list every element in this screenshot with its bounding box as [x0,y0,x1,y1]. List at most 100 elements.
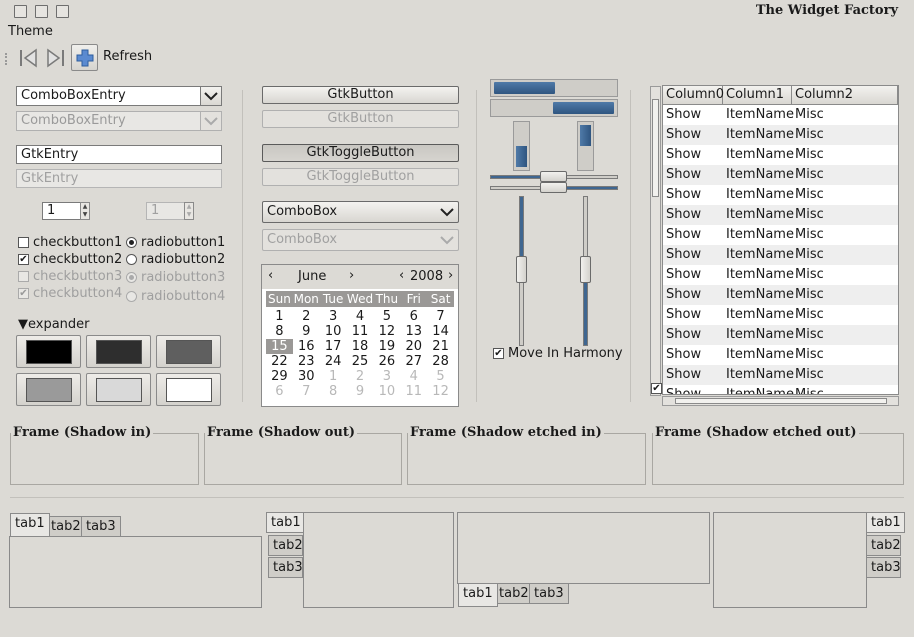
calendar-day[interactable]: 1 [320,369,347,384]
calendar-day[interactable]: 19 [373,339,400,354]
calendar-day[interactable]: 12 [373,324,400,339]
calendar-day[interactable]: 11 [400,384,427,399]
hscale-2-handle[interactable] [540,182,567,193]
tab-1[interactable]: tab1 [10,513,50,537]
combo-box-text[interactable]: ComboBox [267,204,337,219]
calendar-day[interactable]: 9 [347,384,374,399]
window-button-3[interactable] [56,5,69,18]
tab-1[interactable]: tab1 [458,583,498,607]
chevron-down-icon[interactable] [200,86,222,106]
calendar-day[interactable]: 30 [293,369,320,384]
calendar-day[interactable]: 24 [320,354,347,369]
corner-checkbox-icon[interactable]: ✔ [651,383,662,394]
tab-3[interactable]: tab3 [268,557,303,578]
tab-3[interactable]: tab3 [866,557,901,578]
calendar-day[interactable]: 8 [266,324,293,339]
combo-box-entry[interactable]: ComboBoxEntry [16,86,222,106]
table-row[interactable]: Show ItemName Misc [663,245,898,265]
calendar-grid[interactable]: 1 2 3 4 5 6 7 8 9 10 11 12 13 14 15 16 17 18 19 20 21 22 23 24 2… [266,309,454,399]
calendar-day[interactable]: 25 [347,354,374,369]
color-swatch-button[interactable] [16,373,81,406]
spin-arrows-icon[interactable]: ▲ ▼ [80,202,90,220]
table-row[interactable]: Show ItemName Misc [663,285,898,305]
color-swatch-button[interactable] [86,335,151,368]
calendar-day[interactable]: 6 [400,309,427,324]
gtk-button[interactable]: GtkButton [262,86,459,104]
calendar-day[interactable]: 22 [266,354,293,369]
radiobutton1[interactable]: radiobutton1 [126,235,225,250]
checkbutton1[interactable]: checkbutton1 [18,235,122,250]
vscale-1-handle[interactable] [516,256,527,283]
radiobutton2[interactable]: radiobutton2 [126,252,225,267]
table-row[interactable]: Show ItemName Misc [663,265,898,285]
calendar-day[interactable]: 4 [347,309,374,324]
tab-3[interactable]: tab3 [81,516,121,537]
vscale-2-handle[interactable] [580,256,591,283]
tab-2[interactable]: tab2 [866,535,901,556]
calendar-day[interactable]: 15 [266,339,293,354]
calendar-day[interactable]: 13 [400,324,427,339]
table-row[interactable]: Show ItemName Misc [663,165,898,185]
color-swatch-button[interactable] [156,335,221,368]
calendar-day[interactable]: 3 [320,309,347,324]
gtk-toggle-button[interactable]: GtkToggleButton [262,144,459,162]
checkbox-icon[interactable] [18,237,29,248]
gtk-entry[interactable]: GtkEntry [16,145,222,164]
calendar-day[interactable]: 14 [427,324,454,339]
calendar-day[interactable]: 7 [293,384,320,399]
horizontal-scrollbar[interactable] [662,396,899,406]
tab-1[interactable]: tab1 [266,512,304,533]
calendar-day[interactable]: 10 [320,324,347,339]
prev-month-icon[interactable]: ‹ [268,268,273,283]
toolbar-grip[interactable] [5,53,10,65]
column-header[interactable]: Column1 [723,86,792,104]
color-swatch-button[interactable] [86,373,151,406]
window-button-1[interactable] [14,5,27,18]
tab-1[interactable]: tab1 [866,512,905,533]
calendar-day[interactable]: 16 [293,339,320,354]
combo-box[interactable]: ComboBox [262,201,459,223]
tab-2[interactable]: tab2 [46,516,86,537]
calendar-day[interactable]: 6 [266,384,293,399]
menu-theme[interactable]: Theme [8,24,53,39]
next-year-icon[interactable]: › [448,268,453,283]
calendar-day[interactable]: 18 [347,339,374,354]
color-swatch-button[interactable] [156,373,221,406]
goto-last-icon[interactable] [43,46,67,70]
spin-button[interactable]: 1 ▲ ▼ [42,202,90,220]
table-row[interactable]: Show ItemName Misc [663,325,898,345]
calendar-day[interactable]: 1 [266,309,293,324]
expander[interactable]: ▼expander [18,317,90,332]
tree-view[interactable]: Column0 Column1 Column2 Show ItemName Misc… [662,85,899,395]
table-row[interactable]: Show ItemName Misc [663,345,898,365]
calendar-day[interactable]: 4 [400,369,427,384]
calendar-day[interactable]: 26 [373,354,400,369]
table-row[interactable]: Show ItemName Misc [663,205,898,225]
calendar-day[interactable]: 20 [400,339,427,354]
add-icon[interactable] [71,44,98,71]
tab-3[interactable]: tab3 [529,583,569,604]
calendar-day[interactable]: 5 [373,309,400,324]
vertical-scrollbar[interactable] [650,86,661,396]
combo-box-entry-text[interactable]: ComboBoxEntry [21,88,126,103]
column-header[interactable]: Column2 [792,86,898,104]
calendar-day[interactable]: 10 [373,384,400,399]
calendar-day[interactable]: 2 [293,309,320,324]
chevron-down-icon[interactable] [440,207,454,217]
table-row[interactable]: Show ItemName Misc [663,225,898,245]
tree-body[interactable]: Show ItemName Misc Show ItemName Misc Show Item… [663,105,898,394]
table-row[interactable]: Show ItemName Misc [663,125,898,145]
tab-2[interactable]: tab2 [494,583,534,604]
calendar-day[interactable]: 23 [293,354,320,369]
expander-arrow-icon[interactable]: ▼ [18,317,28,332]
table-row[interactable]: Show ItemName Misc [663,305,898,325]
checkbox-checked-icon[interactable]: ✔ [18,254,29,265]
table-row[interactable]: Show ItemName Misc [663,385,898,394]
goto-first-icon[interactable] [17,46,41,70]
table-row[interactable]: Show ItemName Misc [663,105,898,125]
color-swatch-button[interactable] [16,335,81,368]
checkbutton2[interactable]: ✔ checkbutton2 [18,252,122,267]
spin-value[interactable]: 1 [47,203,55,218]
calendar-day[interactable]: 27 [400,354,427,369]
calendar-day[interactable]: 5 [427,369,454,384]
